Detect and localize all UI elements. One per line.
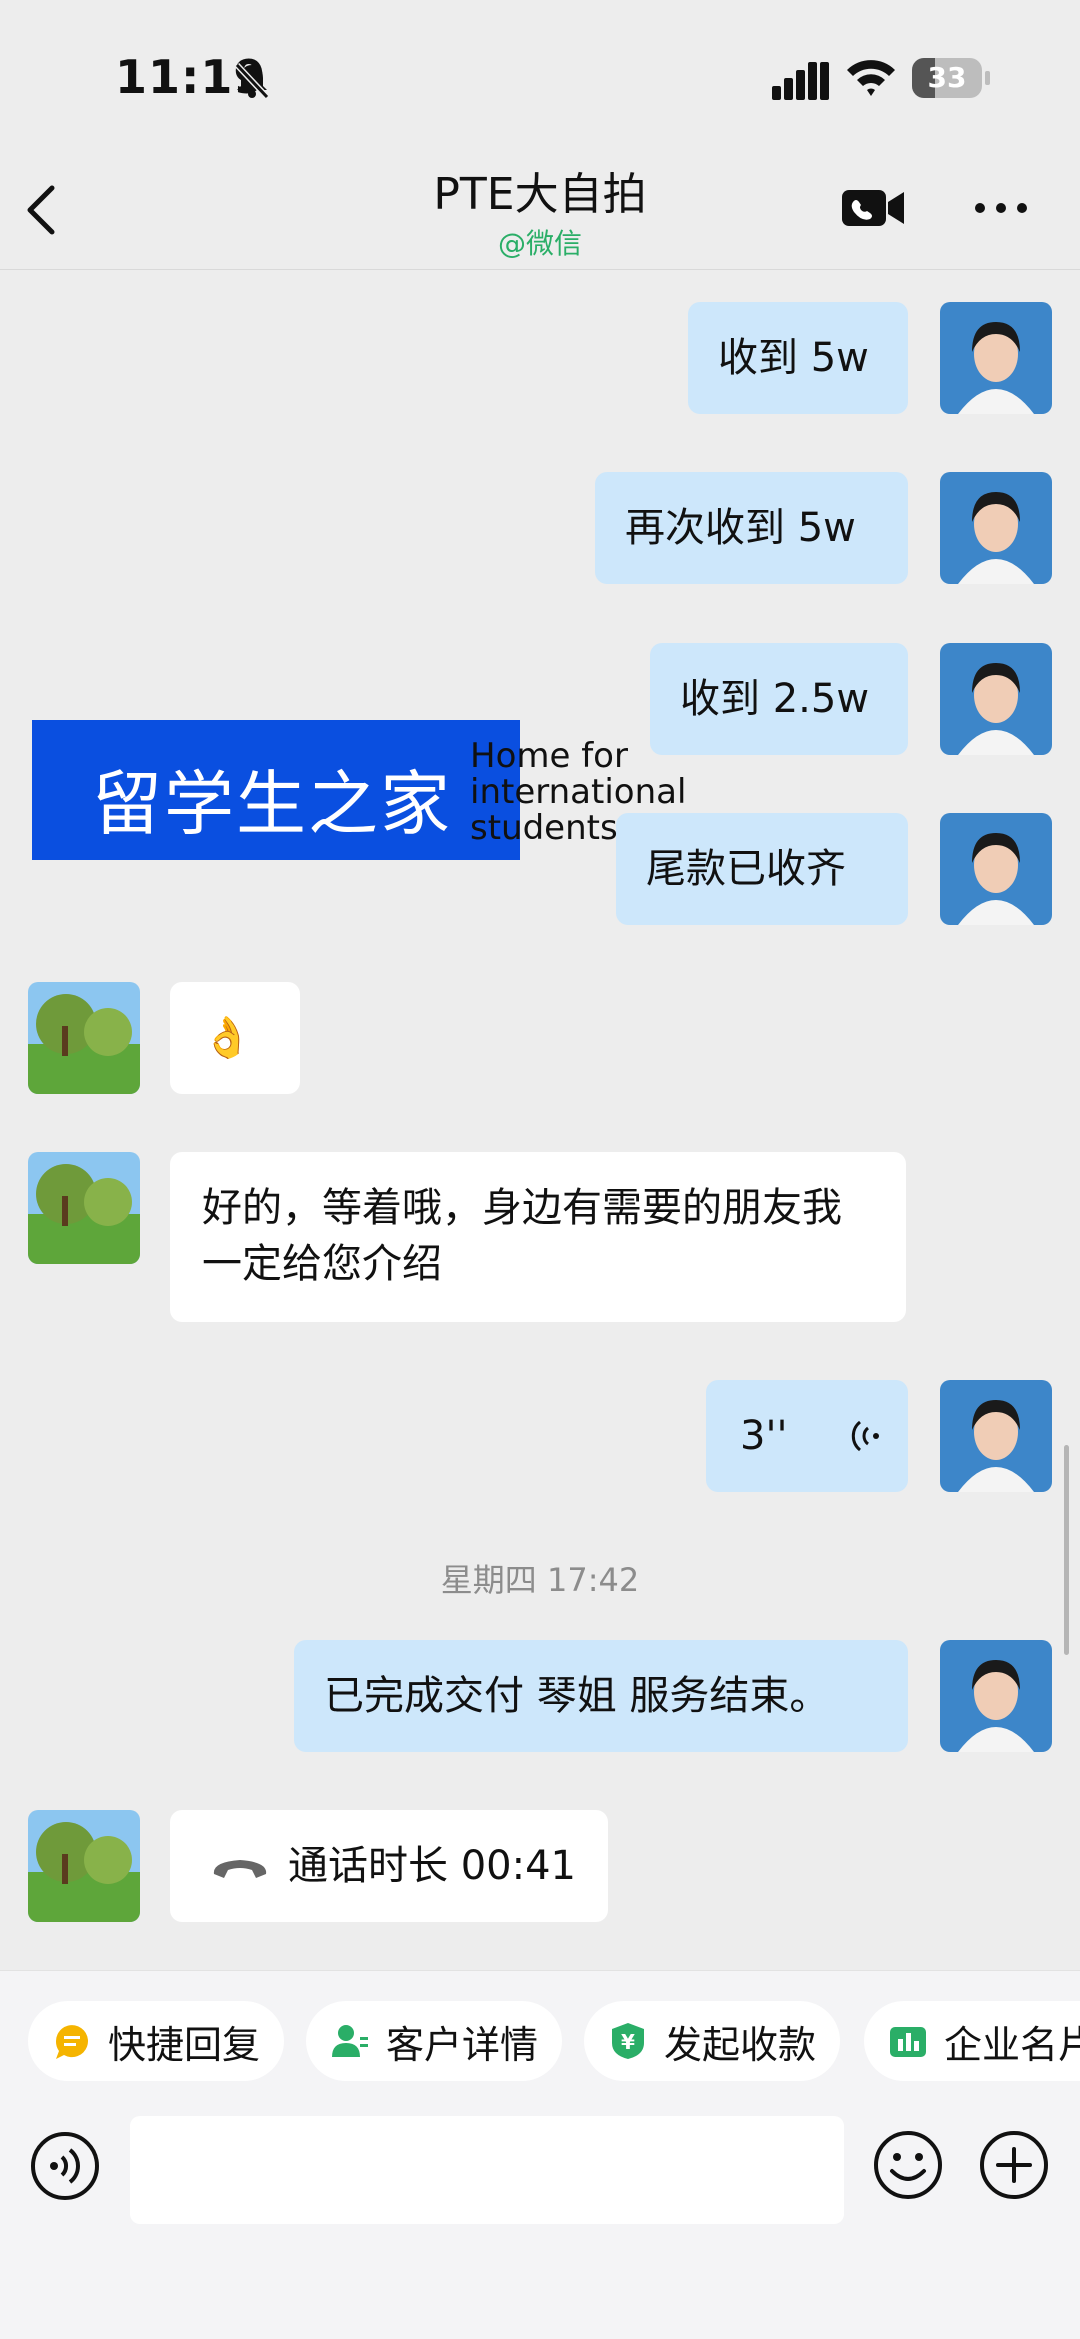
quick-actions-bar[interactable]: 快捷回复 客户详情 ¥ 发起收款 企业名片	[0, 2001, 1080, 2083]
cellular-signal-icon	[772, 62, 829, 100]
call-record-bubble[interactable]: 通话时长 00:41	[170, 1810, 608, 1922]
my-avatar[interactable]	[940, 813, 1052, 925]
message-input[interactable]	[130, 2116, 844, 2224]
customer-details-chip[interactable]: 客户详情	[306, 2001, 562, 2081]
chat-header: PTE大自拍 @微信	[0, 150, 1080, 270]
plus-icon[interactable]	[978, 2129, 1050, 2201]
payment-request-chip[interactable]: ¥ 发起收款	[584, 2001, 840, 2081]
message-text: 收到 5w	[718, 335, 869, 381]
my-avatar[interactable]	[940, 1380, 1052, 1492]
wifi-icon	[847, 60, 895, 96]
voice-message-bubble[interactable]: 3''	[706, 1380, 908, 1492]
message-text: 👌	[202, 1015, 252, 1061]
message-timestamp: 星期四 17:42	[440, 1561, 640, 1599]
emoji-icon[interactable]	[872, 2129, 944, 2201]
battery-level: 33	[927, 61, 967, 94]
business-card-chip[interactable]: 企业名片	[864, 2001, 1080, 2081]
logo-text-cn: 留学生之家	[92, 763, 452, 845]
customer-details-icon	[332, 2025, 368, 2057]
payment-icon: ¥	[612, 2023, 644, 2059]
my-avatar[interactable]	[940, 302, 1052, 414]
chip-label: 发起收款	[664, 2022, 817, 2067]
quick-reply-icon	[55, 2025, 88, 2059]
call-duration-text: 通话时长 00:41	[288, 1843, 576, 1889]
business-card-icon	[890, 2027, 926, 2057]
video-call-icon[interactable]	[840, 186, 906, 230]
message-text: 收到 2.5w	[680, 676, 870, 722]
message-bubble[interactable]: 好的，等着哦，身边有需要的朋友我一定给您介绍	[170, 1152, 906, 1322]
battery-indicator: 33	[912, 58, 990, 98]
message-text: 好的，等着哦，身边有需要的朋友我一定给您介绍	[202, 1185, 842, 1287]
chip-label: 快捷回复	[108, 2022, 261, 2067]
chip-label: 客户详情	[386, 2022, 539, 2067]
message-text: 再次收到 5w	[625, 505, 856, 551]
chat-title: PTE大自拍	[433, 169, 647, 220]
message-bubble[interactable]: 收到 5w	[688, 302, 908, 414]
my-avatar[interactable]	[940, 1640, 1052, 1752]
quick-reply-chip[interactable]: 快捷回复	[28, 2001, 284, 2081]
my-avatar[interactable]	[940, 643, 1052, 755]
more-options-icon[interactable]	[972, 198, 1030, 218]
chip-label: 企业名片	[944, 2022, 1080, 2067]
message-text: 已完成交付 琴姐 服务结束。	[324, 1673, 830, 1719]
message-bubble[interactable]: 👌	[170, 982, 300, 1094]
logo-text-en: Home for international students	[470, 736, 687, 848]
message-bubble[interactable]: 再次收到 5w	[595, 472, 908, 584]
bell-muted-icon	[234, 62, 270, 100]
contact-avatar[interactable]	[28, 982, 140, 1094]
voice-duration: 3''	[740, 1413, 788, 1459]
contact-avatar[interactable]	[28, 1810, 140, 1922]
contact-avatar[interactable]	[28, 1152, 140, 1264]
chat-subtitle: @微信	[497, 227, 582, 260]
scrollbar[interactable]	[1064, 1445, 1069, 1655]
message-bubble[interactable]: 已完成交付 琴姐 服务结束。	[294, 1640, 908, 1752]
status-bar: 11:19 33	[0, 0, 1080, 150]
input-panel: 快捷回复 客户详情 ¥ 发起收款 企业名片	[0, 1970, 1080, 2339]
brand-logo: 留学生之家 Home for international students	[32, 720, 692, 862]
phone-hangup-icon	[213, 1860, 267, 1878]
svg-text:¥: ¥	[621, 2030, 635, 2054]
voice-input-icon[interactable]	[30, 2131, 100, 2201]
voice-wave-icon	[851, 1420, 879, 1452]
my-avatar[interactable]	[940, 472, 1052, 584]
back-icon[interactable]	[18, 180, 62, 240]
